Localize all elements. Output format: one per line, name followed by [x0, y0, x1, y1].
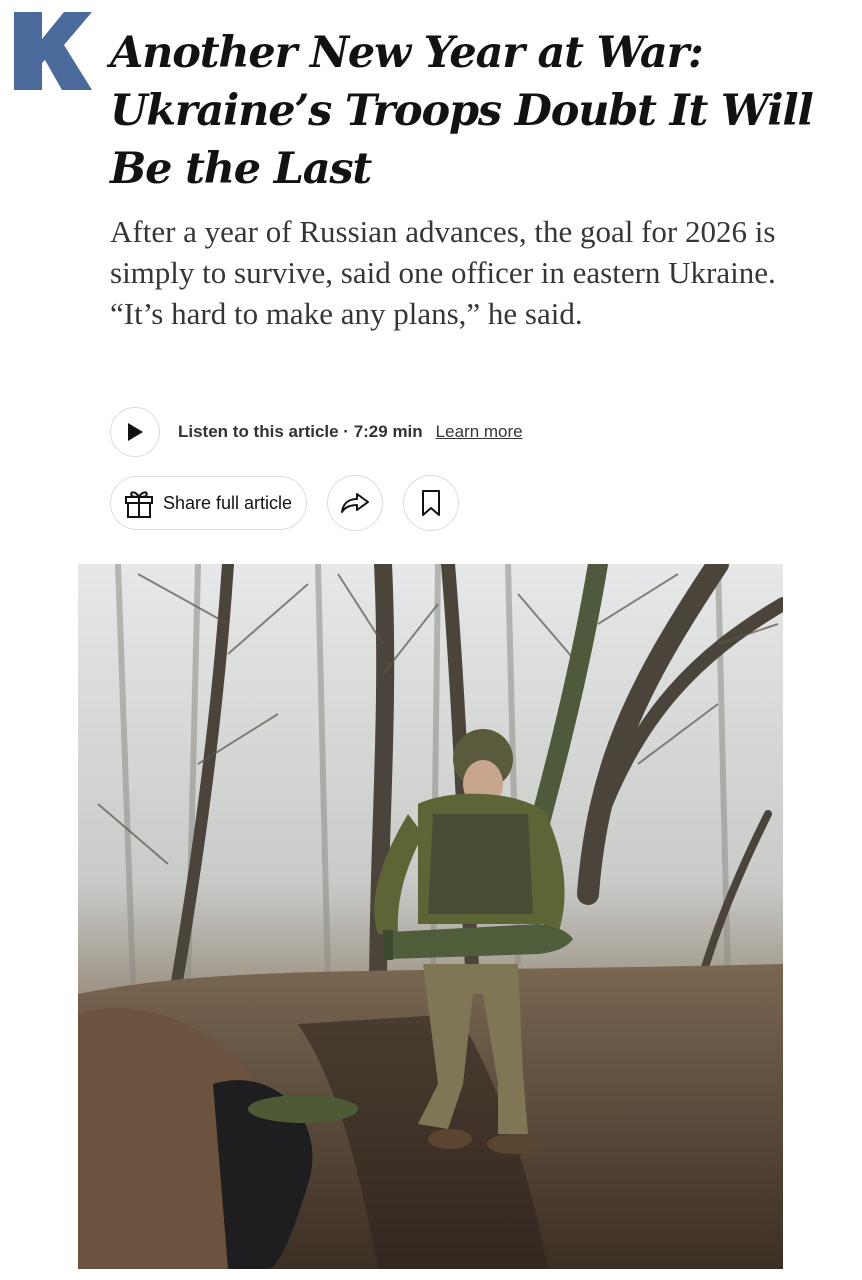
article-lead-photo — [78, 564, 783, 1269]
gift-icon — [125, 491, 153, 518]
play-button[interactable] — [110, 407, 160, 457]
share-full-article-label: Share full article — [163, 492, 293, 513]
save-button[interactable] — [403, 475, 460, 531]
bookmark-icon — [422, 490, 441, 516]
learn-more-link[interactable]: Learn more — [436, 422, 523, 442]
play-icon — [128, 423, 143, 441]
article-summary: After a year of Russian advances, the go… — [110, 214, 776, 331]
share-button[interactable] — [327, 475, 384, 531]
share-arrow-icon — [341, 493, 370, 513]
share-tools: Share full article — [110, 475, 460, 531]
soldier-forest-photo — [78, 564, 783, 1269]
article-headline: Another New Year at War: Ukraine’s Troop… — [110, 28, 814, 194]
listen-label: Listen to this article · 7:29 min — [178, 422, 423, 441]
listen-row: Listen to this article · 7:29 min Learn … — [110, 406, 523, 458]
share-full-article-button[interactable]: Share full article — [110, 476, 308, 530]
k-logo — [14, 12, 92, 90]
